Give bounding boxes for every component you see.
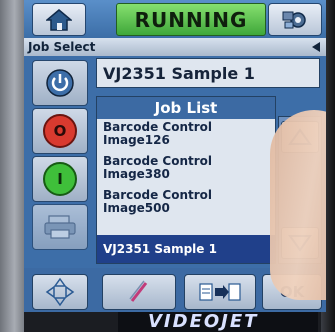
list-item-selected[interactable]: VJ2351 Sample 1 <box>97 235 275 263</box>
brand-logo: VIDEOJET <box>118 312 318 332</box>
list-item[interactable]: Barcode Control Image500 <box>97 187 275 221</box>
start-label: I <box>43 162 77 196</box>
back-arrow-icon[interactable] <box>312 42 320 52</box>
edit-button[interactable] <box>102 274 176 310</box>
selected-job-field[interactable]: VJ2351 Sample 1 <box>96 58 320 88</box>
touchscreen: RUNNING Job Select O I VJ2351 Sample 1 J… <box>24 0 326 312</box>
transfer-icon <box>199 283 241 301</box>
screen-header: Job Select <box>24 38 326 56</box>
list-item[interactable]: Barcode Control Image126 <box>97 119 275 153</box>
list-item[interactable]: Barcode Control Image380 <box>97 153 275 187</box>
transfer-button[interactable] <box>184 274 256 310</box>
job-list: Job List Barcode Control Image126 Barcod… <box>96 96 276 264</box>
job-list-title: Job List <box>97 97 275 119</box>
gear-icon <box>282 11 306 28</box>
power-button[interactable] <box>32 60 88 106</box>
printer-status-indicator: RUNNING <box>116 3 266 36</box>
settings-button[interactable] <box>268 3 322 36</box>
stop-label: O <box>43 114 77 148</box>
printer-icon <box>44 215 76 239</box>
power-icon <box>46 69 74 97</box>
navigate-button[interactable] <box>32 274 88 310</box>
screen-title: Job Select <box>28 40 96 54</box>
top-bar: RUNNING <box>24 0 326 38</box>
home-icon <box>46 8 72 31</box>
user-finger <box>270 110 326 300</box>
pencil-icon <box>129 280 148 302</box>
device-bezel-left <box>0 0 24 332</box>
home-button[interactable] <box>32 3 86 36</box>
start-button[interactable]: I <box>32 156 88 202</box>
four-arrows-icon <box>45 277 75 307</box>
print-button[interactable] <box>32 204 88 250</box>
stop-button[interactable]: O <box>32 108 88 154</box>
